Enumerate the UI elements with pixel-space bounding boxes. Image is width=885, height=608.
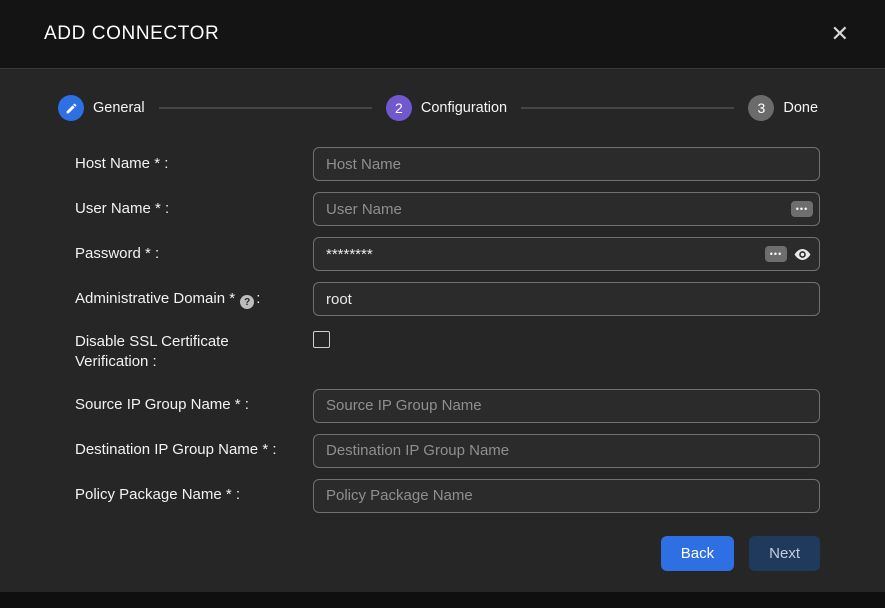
host-name-input[interactable] <box>313 147 820 181</box>
step-connector-line <box>521 107 734 109</box>
admin-domain-label: Administrative Domain * ?: <box>58 289 313 310</box>
policy-package-input[interactable] <box>313 479 820 513</box>
next-button[interactable]: Next <box>749 536 820 571</box>
form-row-user-name: User Name * : ••• <box>58 192 820 226</box>
form-row-source-ip-group: Source IP Group Name * : <box>58 389 820 423</box>
step-general-label: General <box>93 100 145 116</box>
pencil-icon <box>58 95 84 121</box>
dialog-header: ADD CONNECTOR ✕ <box>0 0 885 69</box>
admin-domain-label-text: Administrative Domain * <box>75 290 235 307</box>
form-row-ssl-verification: Disable SSL Certificate Verification : <box>58 327 820 373</box>
form-row-destination-ip-group: Destination IP Group Name * : <box>58 434 820 468</box>
source-ip-group-label: Source IP Group Name * : <box>58 395 313 415</box>
ssl-verification-checkbox[interactable] <box>313 331 330 348</box>
dialog-title: ADD CONNECTOR <box>44 23 219 45</box>
close-icon[interactable]: ✕ <box>825 19 855 49</box>
form-row-password: Password * : ••• <box>58 237 820 271</box>
wizard-stepper: General 2 Configuration 3 Done <box>58 95 820 121</box>
admin-domain-input[interactable] <box>313 282 820 316</box>
policy-package-label: Policy Package Name * : <box>58 485 313 505</box>
help-icon[interactable]: ? <box>240 295 254 309</box>
password-label: Password * : <box>58 244 313 264</box>
step-general[interactable]: General <box>58 95 145 121</box>
admin-domain-label-suffix: : <box>256 290 260 307</box>
ssl-verification-label: Disable SSL Certificate Verification : <box>58 327 313 373</box>
form-row-host-name: Host Name * : <box>58 147 820 181</box>
step-configuration-label: Configuration <box>421 100 507 116</box>
add-connector-dialog: ADD CONNECTOR ✕ General 2 Configuration … <box>0 0 885 592</box>
step-configuration[interactable]: 2 Configuration <box>386 95 507 121</box>
source-ip-group-input[interactable] <box>313 389 820 423</box>
user-name-browse-icon[interactable]: ••• <box>791 201 813 217</box>
form-row-policy-package: Policy Package Name * : <box>58 479 820 513</box>
back-button[interactable]: Back <box>661 536 734 571</box>
dialog-footer: Back Next <box>58 536 820 571</box>
destination-ip-group-label: Destination IP Group Name * : <box>58 440 313 460</box>
connector-form: Host Name * : User Name * : ••• Password… <box>58 147 820 524</box>
password-browse-icon[interactable]: ••• <box>765 246 787 262</box>
eye-icon[interactable] <box>791 243 813 265</box>
user-name-label: User Name * : <box>58 199 313 219</box>
destination-ip-group-input[interactable] <box>313 434 820 468</box>
user-name-input[interactable] <box>313 192 820 226</box>
step-done-number: 3 <box>748 95 774 121</box>
host-name-label: Host Name * : <box>58 154 313 174</box>
password-input[interactable] <box>313 237 820 271</box>
form-row-admin-domain: Administrative Domain * ?: <box>58 282 820 316</box>
step-connector-line <box>159 107 372 109</box>
dialog-body: General 2 Configuration 3 Done Host Name… <box>0 69 885 592</box>
step-done[interactable]: 3 Done <box>748 95 818 121</box>
step-configuration-number: 2 <box>386 95 412 121</box>
step-done-label: Done <box>783 100 818 116</box>
